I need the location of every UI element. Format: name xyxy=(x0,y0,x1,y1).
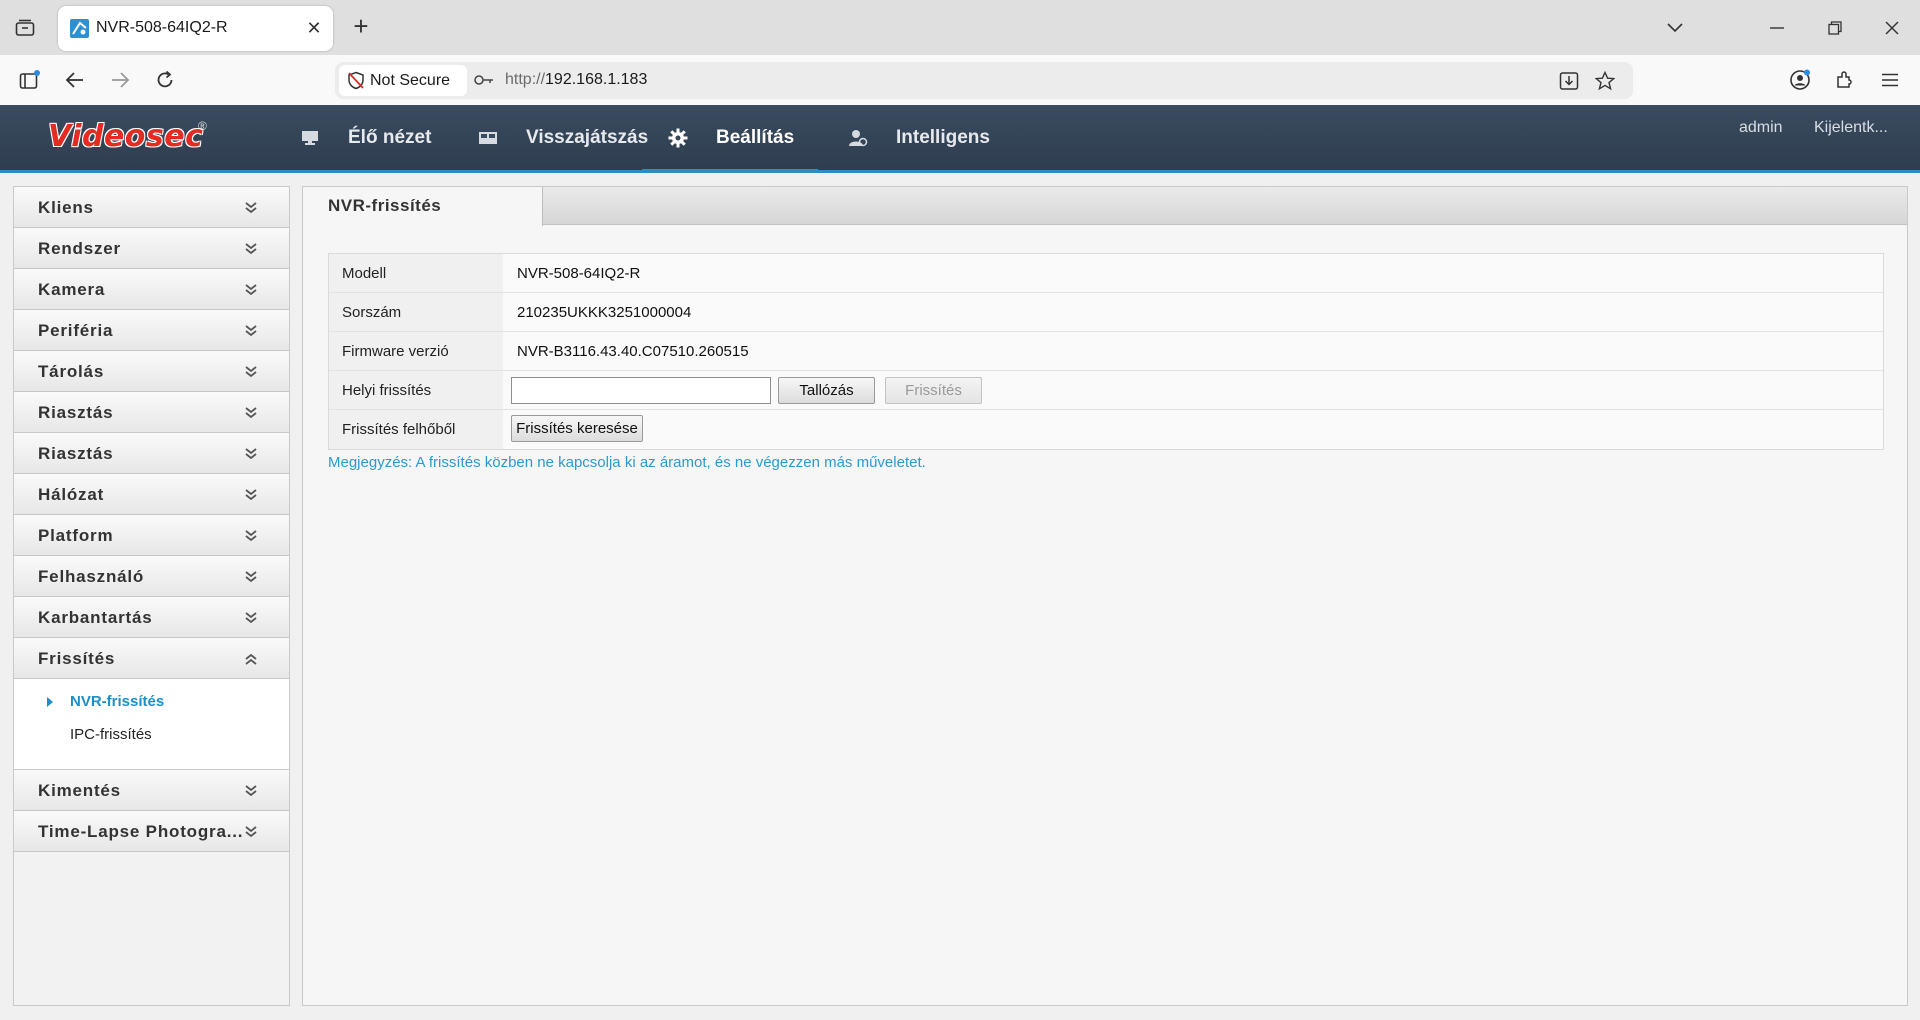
logout-link[interactable]: Kijelentk... xyxy=(1814,119,1888,137)
sidebar-item-platform[interactable]: Platform xyxy=(14,515,289,556)
tab-list-icon[interactable] xyxy=(12,15,38,41)
sidebar-submenu-upgrade: NVR-frissítés IPC-frissítés xyxy=(14,679,289,770)
sidebar-item-maintenance[interactable]: Karbantartás xyxy=(14,597,289,638)
restore-icon[interactable] xyxy=(1820,14,1850,42)
serial-label: Sorszám xyxy=(329,293,503,331)
browse-button[interactable]: Tallózás xyxy=(778,377,875,404)
close-window-icon[interactable] xyxy=(1877,14,1907,42)
chevron-down-icon xyxy=(245,826,257,838)
sidebar-item-alarm[interactable]: Riasztás xyxy=(14,392,289,433)
upgrade-info-table: Modell NVR-508-64IQ2-R Sorszám 210235UKK… xyxy=(328,253,1884,450)
firmware-label: Firmware verzió xyxy=(329,332,503,370)
sidebar-item-backup[interactable]: Kimentés xyxy=(14,770,289,811)
row-cloud-upgrade: Frissítés felhőből Frissítés keresése xyxy=(329,410,1883,449)
model-label: Modell xyxy=(329,254,503,292)
playback-icon xyxy=(478,128,498,148)
sidebar-item-peripheral[interactable]: Periféria xyxy=(14,310,289,351)
sidebar-item-network[interactable]: Hálózat xyxy=(14,474,289,515)
content-tab-strip: NVR-frissítés xyxy=(303,187,1907,226)
app-header: Videosec ® Élő nézet Visszajátszás Beáll… xyxy=(0,105,1920,173)
chevron-down-icon xyxy=(245,325,257,337)
videosec-logo: Videosec xyxy=(48,119,204,154)
chevron-down-icon xyxy=(245,571,257,583)
key-icon[interactable] xyxy=(473,71,495,89)
row-local-upgrade: Helyi frissítés Tallózás Frissítés xyxy=(329,371,1883,410)
firmware-value: NVR-B3116.43.40.C07510.260515 xyxy=(517,342,749,360)
shield-slash-icon xyxy=(348,71,364,90)
chevron-down-icon xyxy=(245,530,257,542)
tab-nvr-upgrade[interactable]: NVR-frissítés xyxy=(303,187,543,226)
sidebar-toggle-icon[interactable] xyxy=(15,65,45,95)
browser-tab[interactable]: NVR-508-64IQ2-R ✕ xyxy=(58,6,333,51)
extensions-icon[interactable] xyxy=(1830,65,1860,95)
chevron-down-icon xyxy=(245,489,257,501)
serial-value: 210235UKKK3251000004 xyxy=(517,303,692,321)
address-bar[interactable]: Not Secure http://192.168.1.183 xyxy=(335,62,1633,99)
chevron-down-icon xyxy=(245,243,257,255)
profile-icon[interactable] xyxy=(1785,65,1815,95)
chevron-down-icon xyxy=(245,366,257,378)
monitor-icon xyxy=(300,128,320,148)
install-app-icon[interactable] xyxy=(1555,67,1583,95)
tab-close-icon[interactable]: ✕ xyxy=(302,16,326,40)
chevron-down-icon xyxy=(245,448,257,460)
tab-overflow-chevron-icon[interactable] xyxy=(1660,14,1690,42)
forward-icon[interactable] xyxy=(105,65,135,95)
sidebar-subitem-ipc-upgrade[interactable]: IPC-frissítés xyxy=(70,726,152,743)
bookmark-star-icon[interactable] xyxy=(1591,67,1619,95)
nav-live-view[interactable]: Élő nézet xyxy=(300,105,431,171)
browser-tab-bar: NVR-508-64IQ2-R ✕ + xyxy=(0,0,1920,55)
current-user: admin xyxy=(1739,119,1783,136)
chevron-down-icon xyxy=(245,407,257,419)
sidebar-item-time-lapse[interactable]: Time-Lapse Photogra... xyxy=(14,811,289,852)
check-update-button[interactable]: Frissítés keresése xyxy=(511,415,643,442)
not-secure-badge[interactable]: Not Secure xyxy=(339,65,467,96)
chevron-down-icon xyxy=(245,202,257,214)
content-panel: NVR-frissítés Modell NVR-508-64IQ2-R Sor… xyxy=(302,186,1908,1006)
nav-intelligent[interactable]: Intelligens xyxy=(848,105,990,171)
row-model: Modell NVR-508-64IQ2-R xyxy=(329,254,1883,293)
sidebar-item-alarm-2[interactable]: Riasztás xyxy=(14,433,289,474)
sidebar-item-system[interactable]: Rendszer xyxy=(14,228,289,269)
row-firmware: Firmware verzió NVR-B3116.43.40.C07510.2… xyxy=(329,332,1883,371)
gear-icon xyxy=(668,128,688,148)
settings-sidebar: Kliens Rendszer Kamera Periféria Tárolás… xyxy=(13,186,290,1006)
chevron-down-icon xyxy=(245,284,257,296)
sidebar-subitem-nvr-upgrade[interactable]: NVR-frissítés xyxy=(70,693,164,710)
reload-icon[interactable] xyxy=(150,65,180,95)
sidebar-item-storage[interactable]: Tárolás xyxy=(14,351,289,392)
not-secure-label: Not Secure xyxy=(370,71,451,89)
upgrade-warning-note: Megjegyzés: A frissítés közben ne kapcso… xyxy=(328,454,926,471)
sidebar-item-camera[interactable]: Kamera xyxy=(14,269,289,310)
url-text[interactable]: http://192.168.1.183 xyxy=(505,71,647,89)
back-icon[interactable] xyxy=(60,65,90,95)
site-favicon-icon xyxy=(70,19,89,38)
chevron-down-icon xyxy=(245,612,257,624)
new-tab-icon[interactable]: + xyxy=(348,13,374,40)
cloud-upgrade-label: Frissítés felhőből xyxy=(329,410,503,449)
sidebar-item-upgrade[interactable]: Frissítés xyxy=(14,638,289,679)
nav-playback[interactable]: Visszajátszás xyxy=(478,105,648,171)
model-value: NVR-508-64IQ2-R xyxy=(517,264,641,282)
person-icon xyxy=(848,128,868,148)
menu-icon[interactable] xyxy=(1875,65,1905,95)
upgrade-button[interactable]: Frissítés xyxy=(885,377,982,404)
minimize-icon[interactable] xyxy=(1762,14,1792,42)
browser-nav-bar: Not Secure http://192.168.1.183 xyxy=(0,55,1920,105)
nav-settings[interactable]: Beállítás xyxy=(641,105,819,173)
chevron-down-icon xyxy=(245,785,257,797)
row-serial: Sorszám 210235UKKK3251000004 xyxy=(329,293,1883,332)
tab-title: NVR-508-64IQ2-R xyxy=(96,19,228,36)
sidebar-item-user[interactable]: Felhasználó xyxy=(14,556,289,597)
active-caret-icon xyxy=(47,697,53,707)
local-upgrade-label: Helyi frissítés xyxy=(329,371,503,409)
registered-mark: ® xyxy=(198,119,207,133)
sidebar-item-client[interactable]: Kliens xyxy=(14,187,289,228)
chevron-up-icon xyxy=(245,653,257,665)
upgrade-file-input[interactable] xyxy=(511,377,771,404)
